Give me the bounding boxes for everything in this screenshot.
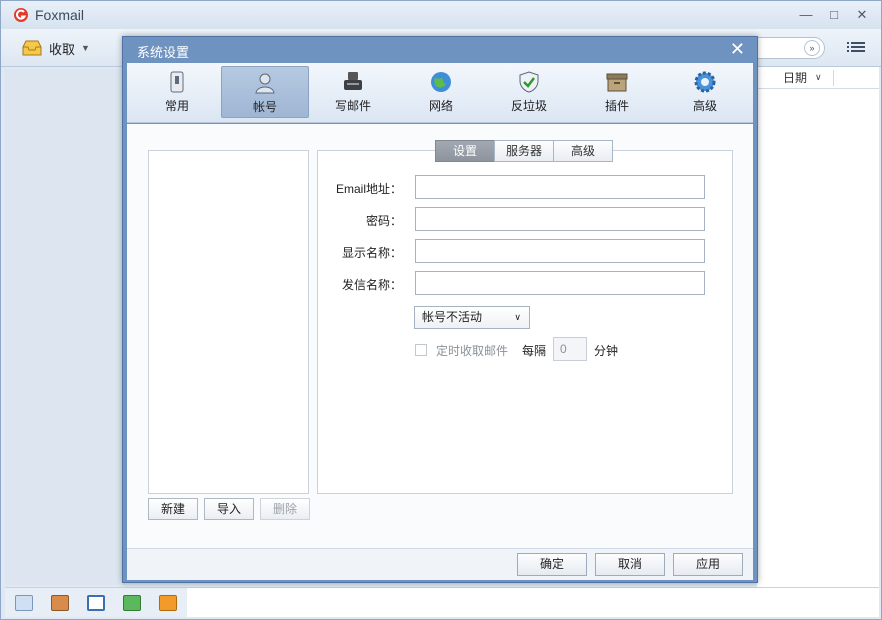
tab-label: 反垃圾: [510, 99, 547, 113]
general-icon: [170, 71, 184, 93]
column-separator[interactable]: [833, 70, 834, 86]
account-icon: [255, 73, 275, 94]
cancel-button[interactable]: 取消: [595, 553, 665, 576]
receive-dropdown-icon[interactable]: ▼: [81, 43, 90, 53]
scheduled-receive-label: 定时收取邮件: [436, 344, 509, 358]
tab-label: 帐号: [252, 100, 277, 114]
inbox-tray-icon: [22, 40, 42, 56]
minutes-label: 分钟: [594, 344, 619, 358]
display-name-field[interactable]: [415, 239, 705, 263]
mail-module-icon[interactable]: [15, 594, 33, 611]
segment-tabs: 设置 服务器 高级: [435, 140, 613, 162]
mail-list: 日期 ∨: [757, 67, 879, 617]
folder-pane: [5, 69, 125, 585]
date-column-header[interactable]: 日期 ∨: [757, 67, 879, 89]
foxmail-logo-icon: [14, 8, 28, 22]
tab-label: 插件: [604, 99, 629, 113]
system-settings-dialog: 系统设置 ✕ 常用 帐号 写邮件 网络 反垃圾 插件 高级 新建 导入 删除 设…: [122, 36, 758, 583]
tab-general[interactable]: 常用: [133, 66, 221, 118]
sender-name-label: 发信名称：: [341, 278, 402, 292]
account-detail-panel: 设置 服务器 高级 Email地址： 密码： 显示名称： 发信名称： 帐号不活动…: [317, 140, 733, 494]
receive-label: 收取: [49, 41, 76, 57]
dialog-title: 系统设置: [137, 45, 190, 60]
sender-name-field[interactable]: [415, 271, 705, 295]
delete-account-button[interactable]: 删除: [260, 498, 310, 520]
rss-module-icon[interactable]: [159, 594, 177, 611]
segment-tab-server[interactable]: 服务器: [494, 140, 554, 162]
settings-tab-bar: 常用 帐号 写邮件 网络 反垃圾 插件 高级: [127, 63, 753, 123]
apply-button[interactable]: 应用: [673, 553, 743, 576]
receive-button[interactable]: 收取 ▼: [21, 38, 90, 58]
advanced-gear-icon: [694, 71, 716, 93]
main-titlebar: Foxmail — □ ✕: [1, 1, 881, 29]
interval-input[interactable]: 0: [553, 337, 587, 361]
segment-tab-advanced[interactable]: 高级: [553, 140, 613, 162]
tab-label: 常用: [164, 99, 189, 113]
search-box[interactable]: »: [757, 37, 825, 59]
chevron-down-icon: ∨: [514, 312, 521, 322]
tab-label: 高级: [692, 99, 717, 113]
close-window-icon[interactable]: ✕: [851, 7, 873, 23]
account-status-value: 帐号不活动: [422, 310, 483, 324]
scheduled-receive-checkbox[interactable]: [415, 344, 427, 356]
tab-network[interactable]: 网络: [397, 66, 485, 118]
status-area: [187, 587, 879, 617]
maximize-icon[interactable]: □: [823, 7, 845, 23]
new-account-button[interactable]: 新建: [148, 498, 198, 520]
antispam-icon: [519, 71, 539, 93]
network-icon: [431, 72, 451, 92]
email-label: Email地址：: [335, 182, 402, 196]
account-settings-body: 新建 导入 删除 设置 服务器 高级 Email地址： 密码： 显示名称： 发信…: [127, 124, 753, 548]
dialog-close-icon[interactable]: ✕: [730, 39, 745, 59]
tab-compose[interactable]: 写邮件: [309, 66, 397, 118]
list-menu-icon[interactable]: [847, 40, 865, 56]
segment-tab-settings[interactable]: 设置: [435, 140, 495, 162]
contacts-module-icon[interactable]: [51, 594, 69, 611]
tab-plugins[interactable]: 插件: [573, 66, 661, 118]
dialog-footer: 确定 取消 应用: [127, 548, 753, 580]
password-label: 密码：: [365, 214, 402, 228]
date-column-label: 日期: [783, 71, 808, 85]
ok-button[interactable]: 确定: [517, 553, 587, 576]
tab-label: 网络: [428, 99, 453, 113]
tab-label: 写邮件: [334, 99, 371, 113]
compose-icon: [344, 72, 362, 90]
every-label: 每隔: [522, 344, 547, 358]
search-options-chevron-icon[interactable]: »: [804, 40, 820, 56]
email-field[interactable]: [415, 175, 705, 199]
app-title: Foxmail: [35, 7, 85, 23]
tab-account[interactable]: 帐号: [221, 66, 309, 118]
calendar-module-icon[interactable]: [87, 594, 105, 611]
plugin-icon: [606, 73, 628, 92]
tab-antispam[interactable]: 反垃圾: [485, 66, 573, 118]
account-list[interactable]: [148, 150, 309, 494]
password-field[interactable]: [415, 207, 705, 231]
account-status-select[interactable]: 帐号不活动 ∨: [414, 306, 530, 329]
module-switcher: [5, 587, 187, 617]
notes-module-icon[interactable]: [123, 594, 141, 611]
minimize-icon[interactable]: —: [795, 7, 817, 23]
tab-advanced[interactable]: 高级: [661, 66, 749, 118]
display-name-label: 显示名称：: [341, 246, 402, 260]
sort-chevron-icon: ∨: [815, 72, 822, 82]
import-account-button[interactable]: 导入: [204, 498, 254, 520]
